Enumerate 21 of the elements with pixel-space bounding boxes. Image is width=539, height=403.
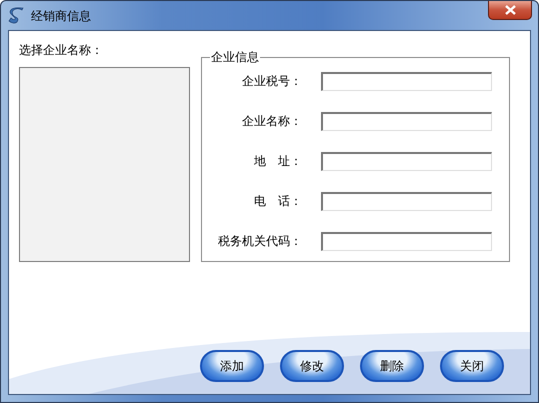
field-label: 企业名称： (241, 113, 302, 130)
field-label: 企业税号： (241, 73, 302, 90)
input-field[interactable] (321, 232, 492, 250)
input-field[interactable] (321, 72, 492, 90)
app-logo-icon (7, 6, 25, 24)
group-title: 企业信息 (210, 50, 260, 64)
company-list-box[interactable] (19, 67, 190, 262)
field-label: 税务机关代码： (217, 233, 302, 250)
action-button[interactable]: 关闭 (440, 350, 504, 382)
action-button[interactable]: 添加 (200, 350, 264, 382)
close-button[interactable] (488, 1, 532, 20)
action-button[interactable]: 修改 (280, 350, 344, 382)
action-button[interactable]: 删除 (360, 350, 424, 382)
close-icon (504, 5, 516, 15)
field-label: 地 址： (253, 153, 302, 170)
input-field[interactable] (321, 112, 492, 130)
input-field[interactable] (321, 192, 492, 210)
window-title: 经销商信息 (31, 8, 91, 24)
field-label: 电 话： (253, 193, 302, 210)
list-label: 选择企业名称： (19, 43, 104, 57)
input-field[interactable] (321, 152, 492, 170)
